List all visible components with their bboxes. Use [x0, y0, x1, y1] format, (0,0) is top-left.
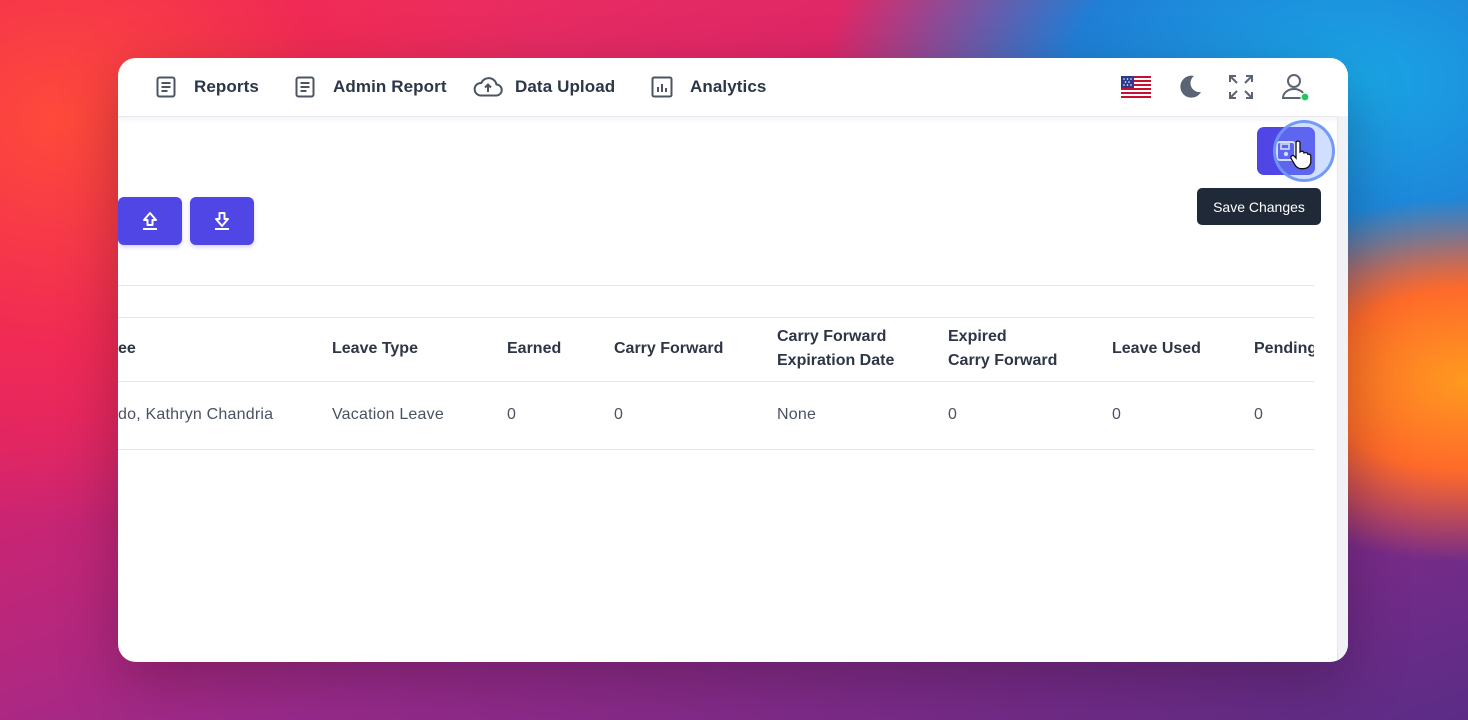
app-window: Reports Admin Report Data Upload Analyti… — [118, 58, 1348, 662]
hand-cursor-icon — [1290, 140, 1312, 170]
download-button[interactable] — [190, 197, 254, 245]
us-flag-icon[interactable] — [1121, 72, 1151, 102]
nav-analytics[interactable]: Analytics — [650, 74, 767, 100]
scrollbar[interactable] — [1337, 116, 1348, 662]
col-header-earned[interactable]: Earned — [507, 337, 561, 361]
user-avatar-icon[interactable] — [1280, 72, 1310, 102]
save-changes-tooltip: Save Changes — [1197, 188, 1321, 225]
col-header-employee[interactable]: ee — [118, 337, 136, 361]
cell-leave-used: 0 — [1112, 406, 1122, 423]
fullscreen-icon[interactable] — [1226, 72, 1256, 102]
top-navbar: Reports Admin Report Data Upload Analyti… — [118, 58, 1348, 117]
nav-analytics-label: Analytics — [690, 77, 767, 96]
nav-reports[interactable]: Reports — [154, 74, 259, 100]
moon-icon[interactable] — [1175, 72, 1205, 102]
nav-admin-report[interactable]: Admin Report — [293, 74, 447, 100]
upload-button[interactable] — [118, 197, 182, 245]
cell-pending: 0 — [1254, 406, 1264, 423]
cell-carry-forward-expiration: None — [777, 406, 817, 423]
document-icon — [293, 75, 317, 99]
table-header-border — [118, 381, 1314, 382]
upload-icon — [143, 212, 157, 230]
table-top-border — [118, 317, 1314, 318]
cell-leave-type: Vacation Leave — [332, 406, 444, 423]
cell-employee: do, Kathryn Chandria — [118, 406, 274, 423]
nav-data-upload-label: Data Upload — [515, 77, 616, 96]
document-icon — [154, 75, 178, 99]
col-header-expired-carry-forward[interactable]: Expired Carry Forward — [948, 325, 1057, 373]
nav-reports-label: Reports — [194, 77, 259, 96]
cell-earned: 0 — [507, 406, 517, 423]
col-header-leave-used[interactable]: Leave Used — [1112, 337, 1201, 361]
col-header-carry-forward-expiration[interactable]: Carry Forward Expiration Date — [777, 325, 894, 373]
cloud-upload-icon — [473, 75, 503, 99]
nav-data-upload[interactable]: Data Upload — [473, 74, 615, 100]
col-header-leave-type[interactable]: Leave Type — [332, 337, 418, 361]
cell-carry-forward: 0 — [614, 406, 624, 423]
section-divider — [118, 285, 1314, 286]
table-row-border — [118, 449, 1314, 450]
col-header-pending[interactable]: Pending — [1254, 337, 1314, 361]
cell-expired-carry-forward: 0 — [948, 406, 958, 423]
analytics-icon — [650, 75, 674, 99]
download-icon — [215, 212, 229, 230]
col-header-carry-forward[interactable]: Carry Forward — [614, 337, 723, 361]
nav-admin-report-label: Admin Report — [333, 77, 447, 96]
